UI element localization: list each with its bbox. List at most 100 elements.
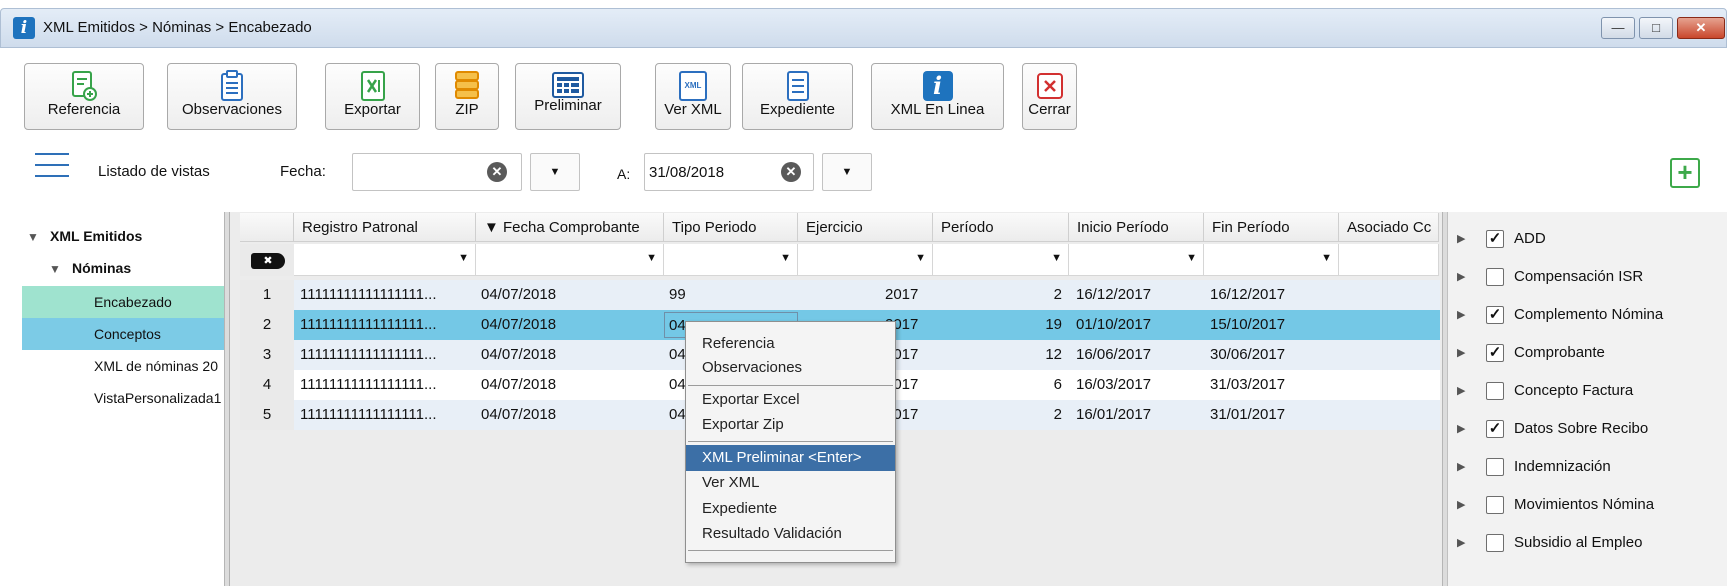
filter-clear-cell: ✖ (240, 244, 294, 276)
observaciones-button[interactable]: Observaciones (167, 63, 297, 130)
fecha-to-input[interactable]: 31/08/2018 ✕ (644, 153, 814, 191)
section-complemento-nomina[interactable]: ▶ ✓ Complemento Nómina (1457, 300, 1717, 330)
tree-group-expand-icon[interactable]: ▼ (49, 262, 61, 276)
filter-asociado[interactable] (1339, 244, 1439, 276)
expand-arrow-icon[interactable]: ▶ (1457, 452, 1465, 482)
checkbox-indemnizacion[interactable] (1486, 458, 1504, 476)
col-periodo[interactable]: Período (933, 213, 1069, 242)
filter-inicio[interactable]: ▼ (1069, 244, 1204, 276)
cell-inicio: 16/03/2017 (1076, 376, 1152, 393)
section-movimientos-nomina[interactable]: ▶ Movimientos Nómina (1457, 490, 1717, 520)
minimize-button[interactable]: — (1601, 17, 1635, 39)
menu-item-resultado-validacion[interactable]: Resultado Validación (686, 521, 895, 547)
maximize-button[interactable]: □ (1639, 17, 1673, 39)
expand-arrow-icon[interactable]: ▶ (1457, 414, 1465, 444)
tree-expand-icon[interactable]: ▼ (27, 230, 39, 244)
preliminar-label: Preliminar (534, 97, 602, 114)
fecha-from-input[interactable]: ✕ (352, 153, 522, 191)
cell-fin: 30/06/2017 (1210, 346, 1286, 363)
section-datos-sobre-recibo[interactable]: ▶ ✓ Datos Sobre Recibo (1457, 414, 1717, 444)
exportar-button[interactable]: Exportar (325, 63, 420, 130)
checkbox-concepto-factura[interactable] (1486, 382, 1504, 400)
section-concepto-factura[interactable]: ▶ Concepto Factura (1457, 376, 1717, 406)
tree-item-encabezado[interactable]: Encabezado (22, 286, 225, 318)
checkbox-compensacion-isr[interactable] (1486, 268, 1504, 286)
cell-fin: 16/12/2017 (1210, 286, 1286, 303)
context-menu: Referencia Observaciones Exportar Excel … (685, 321, 896, 563)
menu-item-ver-xml[interactable]: Ver XML (686, 470, 895, 496)
checkbox-movimientos-nomina[interactable] (1486, 496, 1504, 514)
expand-arrow-icon[interactable]: ▶ (1457, 528, 1465, 558)
add-view-button[interactable]: + (1670, 158, 1700, 188)
section-indemnizacion[interactable]: ▶ Indemnización (1457, 452, 1717, 482)
ver-xml-button[interactable]: XML Ver XML (655, 63, 731, 130)
fecha-from-dropdown-button[interactable]: ▼ (530, 153, 580, 191)
tree-item-vista-personalizada[interactable]: VistaPersonalizada1 (22, 382, 225, 414)
filter-ejercicio[interactable]: ▼ (798, 244, 933, 276)
col-fecha-comprobante[interactable]: ▼ Fecha Comprobante (476, 213, 664, 242)
checkbox-complemento-nomina[interactable]: ✓ (1486, 306, 1504, 324)
section-compensacion-isr[interactable]: ▶ Compensación ISR (1457, 262, 1717, 292)
xml-en-linea-button[interactable]: i XML En Linea (871, 63, 1004, 130)
cerrar-label: Cerrar (1028, 101, 1071, 118)
expand-arrow-icon[interactable]: ▶ (1457, 300, 1465, 330)
views-menu-icon[interactable] (35, 153, 69, 186)
col-fin-periodo[interactable]: Fin Período (1204, 213, 1339, 242)
xml-en-linea-label: XML En Linea (890, 101, 985, 118)
cell-fecha: 04/07/2018 (481, 346, 557, 363)
filter-tipo[interactable]: ▼ (664, 244, 798, 276)
cell-inicio: 01/10/2017 (1076, 316, 1152, 333)
col-inicio-periodo[interactable]: Inicio Período (1069, 213, 1204, 242)
observaciones-label: Observaciones (181, 101, 283, 118)
expand-arrow-icon[interactable]: ▶ (1457, 376, 1465, 406)
section-label: Comprobante (1514, 344, 1605, 361)
referencia-button[interactable]: Referencia (24, 63, 144, 130)
fecha-to-dropdown-button[interactable]: ▼ (822, 153, 872, 191)
section-subsidio-empleo[interactable]: ▶ Subsidio al Empleo (1457, 528, 1717, 558)
menu-item-referencia[interactable]: Referencia (686, 331, 895, 357)
section-add[interactable]: ▶ ✓ ADD (1457, 224, 1717, 254)
tree-item-conceptos[interactable]: Conceptos (22, 318, 225, 350)
checkbox-datos-sobre-recibo[interactable]: ✓ (1486, 420, 1504, 438)
zip-button[interactable]: ZIP (435, 63, 499, 130)
cell-fecha: 04/07/2018 (481, 376, 557, 393)
file-list-icon (743, 69, 852, 103)
col-tipo-periodo[interactable]: Tipo Periodo (664, 213, 798, 242)
expand-arrow-icon[interactable]: ▶ (1457, 224, 1465, 254)
clear-filters-icon[interactable]: ✖ (251, 253, 285, 269)
checkbox-subsidio-empleo[interactable] (1486, 534, 1504, 552)
right-splitter[interactable] (1442, 212, 1447, 586)
filter-registro[interactable]: ▼ (294, 244, 476, 276)
close-window-button[interactable]: ✕ (1677, 17, 1725, 39)
col-asociado[interactable]: Asociado Cc (1339, 213, 1439, 242)
clear-fecha-icon[interactable]: ✕ (487, 162, 507, 182)
menu-item-exportar-zip[interactable]: Exportar Zip (686, 412, 895, 438)
filter-fecha[interactable]: ▼ (476, 244, 664, 276)
expand-arrow-icon[interactable]: ▶ (1457, 262, 1465, 292)
table-row[interactable]: 1 11111111111111111... 04/07/2018 99 201… (240, 280, 1440, 310)
filter-fin[interactable]: ▼ (1204, 244, 1339, 276)
section-label: Compensación ISR (1514, 268, 1644, 285)
checkbox-add[interactable]: ✓ (1486, 230, 1504, 248)
checkbox-comprobante[interactable]: ✓ (1486, 344, 1504, 362)
row-number: 1 (240, 280, 294, 310)
menu-item-observaciones[interactable]: Observaciones (686, 355, 895, 381)
col-registro-patronal[interactable]: Registro Patronal (294, 213, 476, 242)
tree-root[interactable]: XML Emitidos (50, 228, 142, 244)
section-label: Concepto Factura (1514, 382, 1634, 399)
expediente-button[interactable]: Expediente (742, 63, 853, 130)
expand-arrow-icon[interactable]: ▶ (1457, 490, 1465, 520)
clear-fecha-to-icon[interactable]: ✕ (781, 162, 801, 182)
preliminar-button[interactable]: Preliminar (515, 63, 621, 130)
menu-item-exportar-excel[interactable]: Exportar Excel (686, 387, 895, 413)
expand-arrow-icon[interactable]: ▶ (1457, 338, 1465, 368)
col-ejercicio[interactable]: Ejercicio (798, 213, 933, 242)
tree-item-xml-nominas[interactable]: XML de nóminas 20 (22, 350, 225, 382)
cerrar-button[interactable]: Cerrar (1022, 63, 1077, 130)
filter-periodo[interactable]: ▼ (933, 244, 1069, 276)
menu-item-xml-preliminar[interactable]: XML Preliminar <Enter> (686, 445, 895, 471)
tree-group[interactable]: Nóminas (72, 260, 131, 276)
close-box-icon (1023, 69, 1076, 103)
menu-item-expediente[interactable]: Expediente (686, 496, 895, 522)
section-comprobante[interactable]: ▶ ✓ Comprobante (1457, 338, 1717, 368)
